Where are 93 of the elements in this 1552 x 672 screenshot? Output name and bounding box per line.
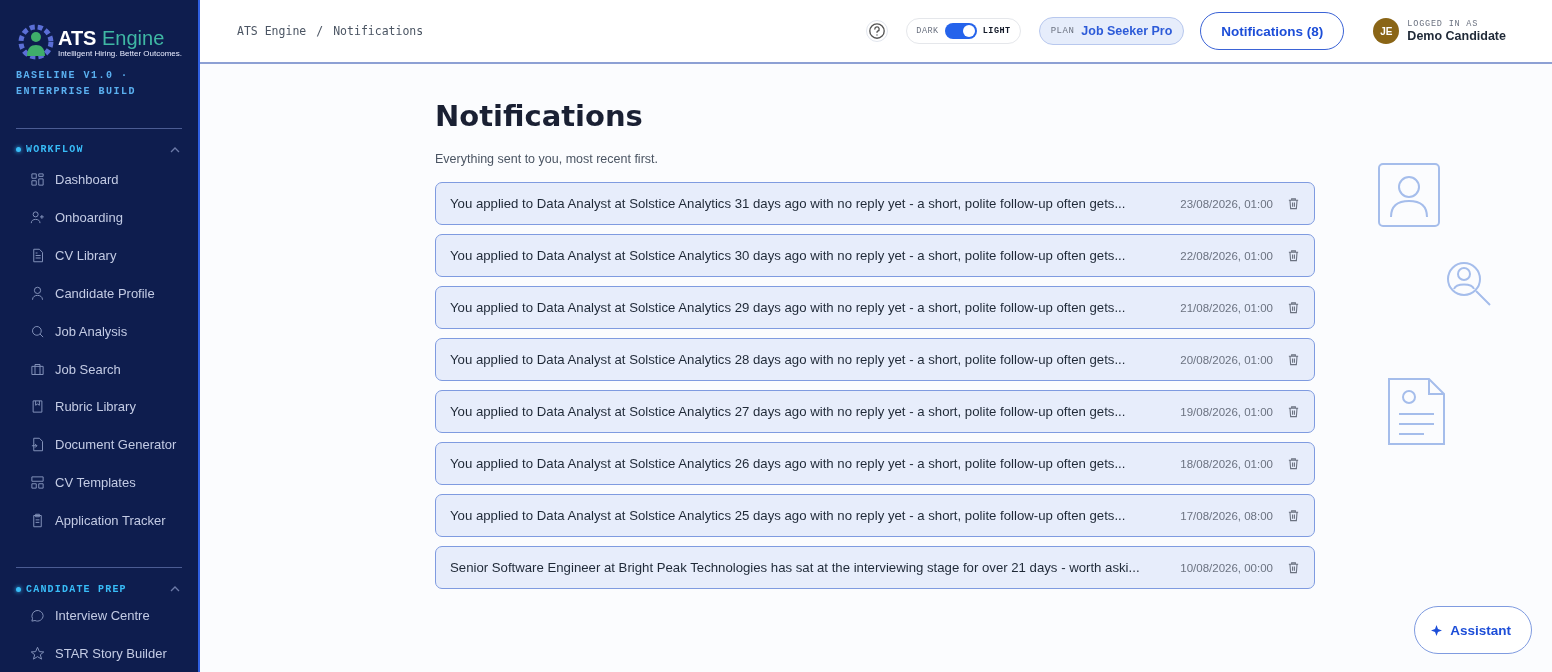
breadcrumb-item[interactable]: Notifications bbox=[333, 24, 424, 38]
plan-label: PLAN bbox=[1050, 26, 1075, 36]
delete-button[interactable] bbox=[1287, 509, 1300, 522]
delete-button[interactable] bbox=[1287, 249, 1300, 262]
notification-text: You applied to Data Analyst at Solstice Analytics 26 days ago with no reply yet - a short, polite follow-up often gets... bbox=[450, 456, 1127, 471]
delete-button[interactable] bbox=[1287, 561, 1300, 574]
delete-button[interactable] bbox=[1287, 353, 1300, 366]
logo-tagline: Intelligent Hiring. Better Outcomes. bbox=[57, 48, 182, 58]
section-title: CANDIDATE PREP bbox=[26, 583, 128, 595]
delete-button[interactable] bbox=[1287, 457, 1300, 470]
trash-icon bbox=[1287, 197, 1300, 210]
plan-name: Job Seeker Pro bbox=[1081, 24, 1173, 38]
trash-icon bbox=[1287, 405, 1300, 418]
notification-card[interactable]: You applied to Data Analyst at Solstice Analytics 29 days ago with no reply yet - a short, polite follow-up often gets... 21/08/2026, 01:00 bbox=[435, 286, 1315, 329]
sidebar-item[interactable]: Job Search bbox=[16, 350, 182, 388]
section-dot-icon bbox=[16, 586, 21, 592]
notification-time: 23/08/2026, 01:00 bbox=[1180, 197, 1273, 210]
trash-icon bbox=[1287, 353, 1300, 366]
trash-icon bbox=[1287, 457, 1300, 470]
theme-switch[interactable] bbox=[944, 23, 977, 39]
sidebar-item[interactable]: Onboarding bbox=[16, 198, 182, 237]
user-caption: LOGGED IN AS bbox=[1407, 19, 1480, 29]
help-button[interactable] bbox=[866, 20, 889, 42]
notifications-button[interactable]: Notifications (8) bbox=[1200, 12, 1345, 50]
sidebar-item[interactable]: Document Generator bbox=[16, 425, 182, 464]
notification-time: 20/08/2026, 01:00 bbox=[1180, 353, 1273, 366]
gear-person-logo-icon bbox=[16, 22, 56, 62]
notification-text: Senior Software Engineer at Bright Peak Technologies has sat at the interviewing stage for over 21 days - worth aski... bbox=[450, 560, 1141, 575]
notification-card[interactable]: You applied to Data Analyst at Solstice Analytics 30 days ago with no reply yet - a short, polite follow-up often gets... 22/08/2026, 01:00 bbox=[435, 234, 1315, 277]
grid-icon bbox=[30, 172, 45, 188]
sidebar-item[interactable]: CV Templates bbox=[16, 463, 182, 502]
document-icon bbox=[30, 247, 45, 263]
notification-time: 19/08/2026, 01:00 bbox=[1180, 405, 1273, 418]
delete-button[interactable] bbox=[1287, 301, 1300, 314]
person-icon bbox=[30, 285, 45, 301]
notification-card[interactable]: You applied to Data Analyst at Solstice Analytics 25 days ago with no reply yet - a short, polite follow-up often gets... 17/08/2026, 08:00 bbox=[435, 494, 1315, 537]
notification-text: You applied to Data Analyst at Solstice Analytics 31 days ago with no reply yet - a short, polite follow-up often gets... bbox=[450, 196, 1127, 211]
notification-card[interactable]: You applied to Data Analyst at Solstice Analytics 27 days ago with no reply yet - a short, polite follow-up often gets... 19/08/2026, 01:00 bbox=[435, 390, 1315, 433]
help-icon bbox=[868, 22, 887, 40]
breadcrumb-item[interactable]: ATS Engine bbox=[237, 24, 307, 38]
user-avatar[interactable]: JE bbox=[1373, 18, 1400, 44]
notification-time: 18/08/2026, 01:00 bbox=[1180, 457, 1273, 470]
trash-icon bbox=[1287, 301, 1300, 314]
notification-time: 17/08/2026, 08:00 bbox=[1180, 509, 1273, 522]
delete-button[interactable] bbox=[1287, 405, 1300, 418]
toggle-label: DARK bbox=[916, 26, 939, 36]
page-subtitle: Everything sent to you, most recent first. bbox=[435, 152, 659, 166]
trash-icon bbox=[1287, 561, 1300, 574]
notification-text: You applied to Data Analyst at Solstice Analytics 28 days ago with no reply yet - a short, polite follow-up often gets... bbox=[450, 352, 1127, 367]
sidebar-item[interactable]: STAR Story Builder bbox=[16, 634, 182, 672]
toggle-label: LIGHT bbox=[982, 26, 1011, 36]
notification-text: You applied to Data Analyst at Solstice Analytics 30 days ago with no reply yet - a short, polite follow-up often gets... bbox=[450, 248, 1127, 263]
layout-icon bbox=[30, 475, 45, 491]
sidebar-item[interactable]: Dashboard bbox=[16, 160, 182, 199]
assistant-button[interactable]: Assistant bbox=[1414, 606, 1532, 654]
notification-text: You applied to Data Analyst at Solstice Analytics 25 days ago with no reply yet - a short, polite follow-up often gets... bbox=[450, 508, 1127, 523]
section-title: WORKFLOW bbox=[26, 144, 85, 156]
delete-button[interactable] bbox=[1287, 197, 1300, 210]
clipboard-icon bbox=[30, 513, 45, 529]
notification-card[interactable]: You applied to Data Analyst at Solstice Analytics 31 days ago with no reply yet - a short, polite follow-up often gets... 23/08/2026, 01:00 bbox=[435, 182, 1315, 225]
notification-text: You applied to Data Analyst at Solstice Analytics 29 days ago with no reply yet - a short, polite follow-up often gets... bbox=[450, 300, 1127, 315]
chat-bubble-icon bbox=[30, 607, 45, 623]
notification-time: 22/08/2026, 01:00 bbox=[1180, 249, 1273, 262]
user-name: Demo Candidate bbox=[1407, 29, 1506, 43]
chevron-icon[interactable] bbox=[170, 586, 180, 593]
notification-card[interactable]: You applied to Data Analyst at Solstice Analytics 26 days ago with no reply yet - a short, polite follow-up often gets... 18/08/2026, 01:00 bbox=[435, 442, 1315, 485]
sparkle-icon bbox=[1431, 624, 1443, 636]
logo-title: ATS bbox=[57, 26, 97, 49]
notification-text: You applied to Data Analyst at Solstice Analytics 27 days ago with no reply yet - a short, polite follow-up often gets... bbox=[450, 404, 1127, 419]
sidebar-item[interactable]: CV Library bbox=[16, 236, 182, 275]
person-plus-icon bbox=[30, 210, 45, 226]
logo-title-accent: Engine bbox=[102, 26, 165, 49]
sidebar-item[interactable]: Job Analysis bbox=[16, 312, 182, 351]
document-import-icon bbox=[30, 437, 45, 453]
notification-card[interactable]: You applied to Data Analyst at Solstice Analytics 28 days ago with no reply yet - a short, polite follow-up often gets... 20/08/2026, 01:00 bbox=[435, 338, 1315, 381]
page-title: Notifications bbox=[435, 100, 644, 132]
search-icon bbox=[30, 323, 45, 339]
breadcrumb-separator: / bbox=[316, 24, 324, 38]
chevron-icon[interactable] bbox=[170, 146, 180, 153]
notification-time: 21/08/2026, 01:00 bbox=[1180, 301, 1273, 314]
sidebar-item[interactable]: Rubric Library bbox=[16, 387, 182, 426]
build-label: BASELINE V1.0 · ENTERPRISE BUILD bbox=[16, 69, 137, 99]
briefcase-icon bbox=[30, 361, 45, 377]
sidebar-item[interactable]: Interview Centre bbox=[16, 596, 182, 635]
notification-card[interactable]: Senior Software Engineer at Bright Peak Technologies has sat at the interviewing stage for over 21 days - worth aski... 10/08/2026, 00:00 bbox=[435, 546, 1315, 589]
section-dot-icon bbox=[16, 147, 21, 153]
sidebar-item[interactable]: Candidate Profile bbox=[16, 274, 182, 313]
bookmark-book-icon bbox=[30, 399, 45, 415]
trash-icon bbox=[1287, 249, 1300, 262]
notification-time: 10/08/2026, 00:00 bbox=[1180, 561, 1273, 574]
star-icon bbox=[30, 645, 45, 661]
sidebar-item[interactable]: Application Tracker bbox=[16, 501, 182, 540]
trash-icon bbox=[1287, 509, 1300, 522]
